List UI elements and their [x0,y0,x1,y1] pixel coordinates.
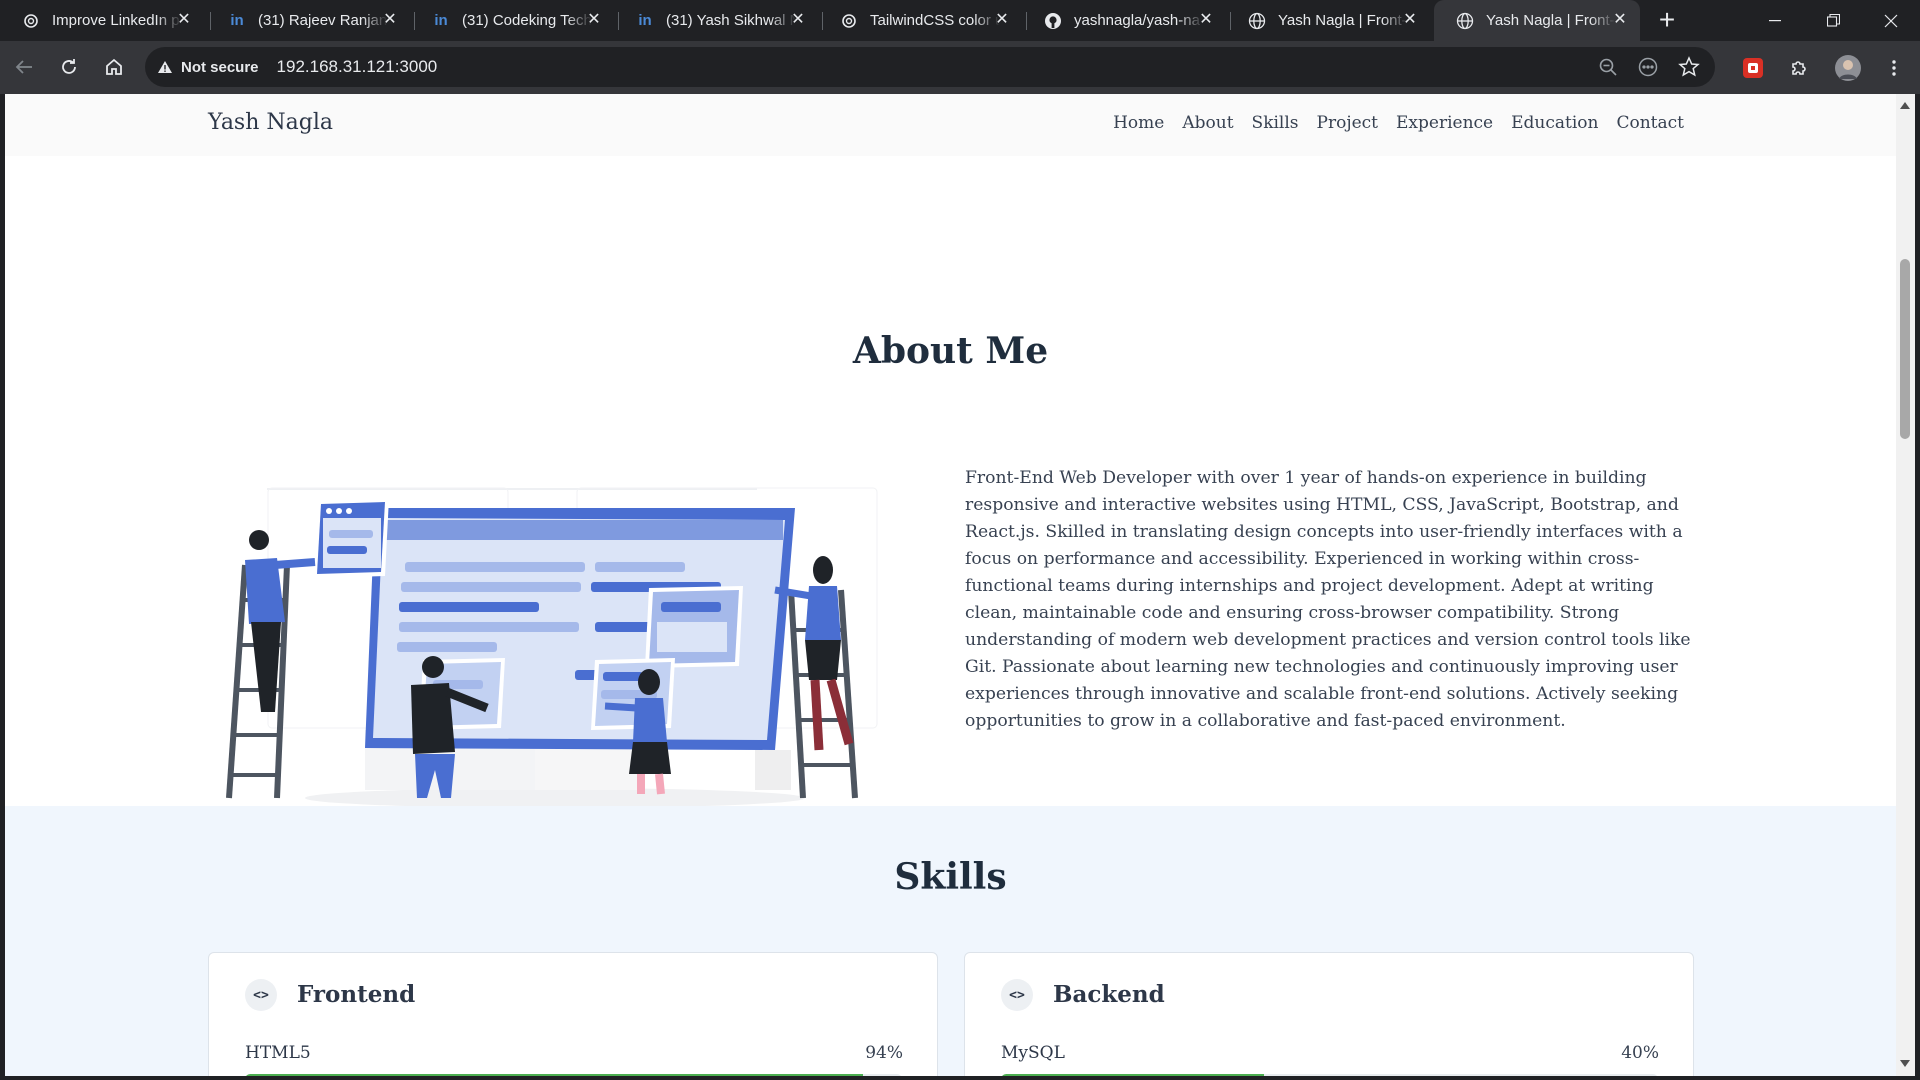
page-scrollbar[interactable] [1896,94,1915,1076]
url-text[interactable]: 192.168.31.121:3000 [277,57,438,77]
back-icon[interactable] [8,51,40,83]
browser-tab[interactable]: yashnagla/yash-na ✕ [1022,0,1226,41]
skills-section: Skills <> Frontend HTML5 94% <> Backend … [5,806,1896,1076]
about-illustration [226,487,878,808]
about-paragraph: Front-End Web Developer with over 1 year… [965,468,1691,731]
close-tab-icon[interactable]: ✕ [994,12,1010,28]
skill-progress-bar [1001,1074,1658,1076]
skill-progress-fill [245,1074,863,1076]
skill-card-frontend: <> Frontend HTML5 94% [208,952,938,1076]
skill-percent: 40% [1621,1043,1659,1063]
scroll-thumb[interactable] [1900,259,1910,439]
browser-tab-active[interactable]: Yash Nagla | Front- ✕ [1434,0,1640,41]
tab-title: Yash Nagla | Front- [1486,12,1615,29]
close-tab-icon[interactable]: ✕ [586,12,602,28]
close-tab-icon[interactable]: ✕ [176,12,192,28]
browser-tab[interactable]: TailwindCSS color u ✕ [818,0,1022,41]
close-tab-icon[interactable]: ✕ [1612,12,1628,28]
skill-card-backend: <> Backend MySQL 40% [964,952,1694,1076]
browser-tab[interactable]: Yash Nagla | Front- ✕ [1226,0,1430,41]
browser-tab[interactable]: Improve LinkedIn p ✕ [0,0,204,41]
site-brand[interactable]: Yash Nagla [208,110,333,135]
github-icon [1044,12,1062,30]
close-tab-icon[interactable]: ✕ [790,12,806,28]
skills-heading: Skills [894,856,1007,898]
globe-icon [1456,12,1474,30]
tab-title: (31) Codeking Tech [462,12,592,29]
close-tab-icon[interactable]: ✕ [1198,12,1214,28]
skill-percent: 94% [865,1043,903,1063]
nav-link-education[interactable]: Education [1511,113,1598,133]
nav-link-contact[interactable]: Contact [1616,113,1684,133]
site-header: Yash Nagla Home About Skills Project Exp… [5,94,1896,156]
close-window-icon[interactable] [1862,0,1920,41]
extension-icon[interactable] [1739,54,1767,82]
tab-title: Improve LinkedIn p [52,12,180,29]
address-bar[interactable]: Not secure 192.168.31.121:3000 [145,47,1715,87]
skill-name: MySQL [1001,1043,1065,1063]
tab-title: (31) Rajeev Ranjan [258,12,388,29]
scroll-up-arrow-icon[interactable] [1900,102,1910,109]
skill-name: HTML5 [245,1043,311,1063]
close-tab-icon[interactable]: ✕ [382,12,398,28]
skill-progress-fill [1001,1074,1264,1076]
tab-title: yashnagla/yash-na [1074,12,1200,29]
nav-link-about[interactable]: About [1182,113,1233,133]
more-icon[interactable] [1636,55,1660,79]
nav-link-skills[interactable]: Skills [1252,113,1299,133]
page-viewport: Yash Nagla Home About Skills Project Exp… [5,94,1896,1076]
scroll-down-arrow-icon[interactable] [1900,1060,1910,1067]
restore-icon[interactable] [1804,0,1862,41]
security-label: Not secure [181,58,259,76]
new-tab-button[interactable]: + [1652,6,1682,36]
bookmark-star-icon[interactable] [1677,55,1701,79]
linkedin-icon: in [230,12,244,29]
linkedin-icon: in [434,12,448,29]
minimize-icon[interactable] [1746,0,1804,41]
code-icon: <> [1001,979,1033,1011]
avatar[interactable] [1834,54,1862,82]
skill-progress-bar [245,1074,902,1076]
zoom-out-icon[interactable] [1596,55,1620,79]
tab-title: TailwindCSS color u [870,12,1000,29]
nav-link-project[interactable]: Project [1317,113,1378,133]
browser-tab[interactable]: in (31) Yash Sikhwal N ✕ [614,0,818,41]
globe-icon [1248,12,1266,30]
close-tab-icon[interactable]: ✕ [1402,12,1418,28]
home-icon[interactable] [98,51,130,83]
extensions-puzzle-icon[interactable] [1785,54,1813,82]
site-nav: Home About Skills Project Experience Edu… [1113,113,1684,133]
warning-icon [158,61,172,73]
nav-link-experience[interactable]: Experience [1396,113,1493,133]
card-title: Backend [1053,981,1165,1008]
chatgpt-icon [840,12,858,30]
security-indicator[interactable]: Not secure [157,59,259,76]
card-title: Frontend [297,981,416,1008]
tab-title: Yash Nagla | Front- [1278,12,1407,29]
browser-menu-icon[interactable] [1880,54,1908,82]
about-heading: About Me [852,330,1049,372]
tab-title: (31) Yash Sikhwal N [666,12,796,29]
browser-tab[interactable]: in (31) Codeking Tech ✕ [410,0,614,41]
browser-toolbar: Not secure 192.168.31.121:3000 [0,41,1920,94]
linkedin-icon: in [638,12,652,29]
browser-tab[interactable]: in (31) Rajeev Ranjan ✕ [206,0,410,41]
reload-icon[interactable] [53,51,85,83]
code-icon: <> [245,979,277,1011]
chatgpt-icon [22,12,40,30]
nav-link-home[interactable]: Home [1113,113,1164,133]
browser-tab-strip: Improve LinkedIn p ✕ in (31) Rajeev Ranj… [0,0,1920,41]
